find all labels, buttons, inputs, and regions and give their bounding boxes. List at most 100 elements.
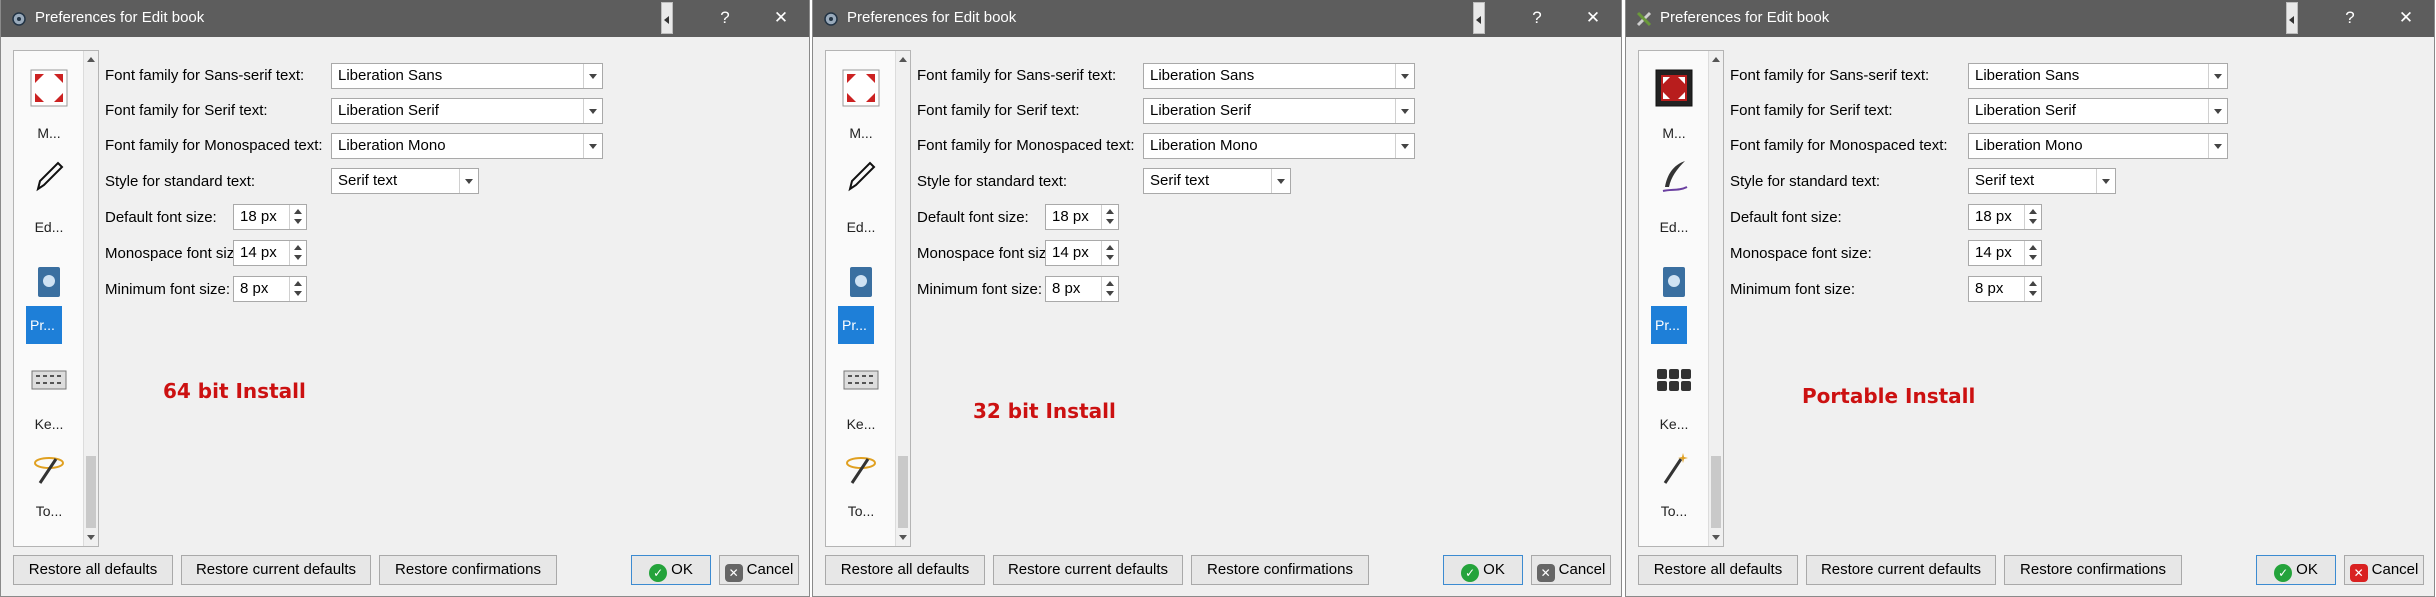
maximize-arrows-icon[interactable] <box>1655 69 1693 107</box>
cancel-button[interactable]: ✕ Cancel <box>719 555 799 585</box>
label-monospaced: Font family for Monospaced text: <box>1730 137 1948 154</box>
restore-all-defaults-button[interactable]: Restore all defaults <box>13 555 173 585</box>
sidebar-item-pr[interactable]: Pr... <box>838 306 874 344</box>
serif-font-select[interactable]: Liberation Serif <box>1143 98 1415 124</box>
keyboard-icon[interactable] <box>1655 361 1693 399</box>
sidebar-item-to[interactable]: To... <box>1639 503 1709 519</box>
sidebar-item-m[interactable]: M... <box>14 125 84 141</box>
help-button[interactable]: ? <box>713 6 737 30</box>
help-button[interactable]: ? <box>1525 6 1549 30</box>
restore-confirmations-button[interactable]: Restore confirmations <box>2004 555 2182 585</box>
minimum-size-spinbox[interactable]: 8 px <box>233 276 307 302</box>
maximize-arrows-icon[interactable] <box>842 69 880 107</box>
pencil-icon[interactable] <box>842 157 880 195</box>
sidebar-item-to[interactable]: To... <box>826 503 896 519</box>
sidebar-item-to[interactable]: To... <box>14 503 84 519</box>
label-sans-serif: Font family for Sans-serif text: <box>917 67 1117 84</box>
preferences-dialog-portable: Preferences for Edit book ? ✕ M... Ed...… <box>1625 0 2435 597</box>
restore-confirmations-button[interactable]: Restore confirmations <box>1191 555 1369 585</box>
chevron-down-icon <box>2096 169 2115 193</box>
restore-current-defaults-button[interactable]: Restore current defaults <box>1806 555 1996 585</box>
resize-handle[interactable] <box>2286 2 2298 34</box>
restore-all-defaults-button[interactable]: Restore all defaults <box>1638 555 1798 585</box>
default-size-spinbox[interactable]: 18 px <box>1045 204 1119 230</box>
restore-current-defaults-button[interactable]: Restore current defaults <box>993 555 1183 585</box>
preferences-dialog-64bit: Preferences for Edit book ? ✕ M... Ed...… <box>0 0 810 597</box>
resize-handle[interactable] <box>1473 2 1485 34</box>
ok-button[interactable]: ✓ OK <box>2256 555 2336 585</box>
sidebar-item-ed[interactable]: Ed... <box>826 219 896 235</box>
sidebar-item-ke[interactable]: Ke... <box>1639 416 1709 432</box>
ok-button[interactable]: ✓ OK <box>631 555 711 585</box>
monospace-size-spinbox[interactable]: 14 px <box>1045 240 1119 266</box>
sidebar-item-m[interactable]: M... <box>1639 125 1709 141</box>
maximize-arrows-icon[interactable] <box>30 69 68 107</box>
sidebar-item-pr[interactable]: Pr... <box>1651 306 1687 344</box>
install-type-annotation: 64 bit Install <box>163 379 306 403</box>
minimum-size-spinbox[interactable]: 8 px <box>1968 276 2042 302</box>
monospaced-font-select[interactable]: Liberation Mono <box>331 133 603 159</box>
standard-style-select[interactable]: Serif text <box>1143 168 1291 194</box>
cancel-button[interactable]: ✕ Cancel <box>1531 555 1611 585</box>
sidebar-item-ke[interactable]: Ke... <box>826 416 896 432</box>
close-button[interactable]: ✕ <box>769 6 793 30</box>
restore-confirmations-button[interactable]: Restore confirmations <box>379 555 557 585</box>
sidebar-scrollbar[interactable] <box>895 51 910 546</box>
close-button[interactable]: ✕ <box>1581 6 1605 30</box>
category-sidebar: M... Ed... Pr... Ke... To... <box>825 50 911 547</box>
restore-current-defaults-button[interactable]: Restore current defaults <box>181 555 371 585</box>
sidebar-item-ed[interactable]: Ed... <box>1639 219 1709 235</box>
app-settings-icon <box>12 12 26 26</box>
sidebar-item-ed[interactable]: Ed... <box>14 219 84 235</box>
tools-wand-icon[interactable] <box>842 449 880 487</box>
book-icon[interactable] <box>1655 263 1693 301</box>
check-icon: ✓ <box>1461 564 1480 582</box>
sans-serif-font-select[interactable]: Liberation Sans <box>1143 63 1415 89</box>
sidebar-scrollbar[interactable] <box>83 51 98 546</box>
chevron-down-icon <box>583 64 602 88</box>
pencil-icon[interactable] <box>30 157 68 195</box>
monospace-size-spinbox[interactable]: 14 px <box>233 240 307 266</box>
sidebar-item-ke[interactable]: Ke... <box>14 416 84 432</box>
check-icon: ✓ <box>649 564 668 582</box>
magic-wand-icon[interactable] <box>1655 449 1693 487</box>
sidebar-scrollbar[interactable] <box>1708 51 1723 546</box>
chevron-down-icon <box>2208 99 2227 123</box>
app-tools-icon <box>1636 11 1652 27</box>
monospaced-font-select[interactable]: Liberation Mono <box>1968 133 2228 159</box>
keyboard-icon[interactable] <box>842 361 880 399</box>
standard-style-select[interactable]: Serif text <box>1968 168 2116 194</box>
help-button[interactable]: ? <box>2338 6 2362 30</box>
window-title: Preferences for Edit book <box>847 9 1017 26</box>
title-bar: Preferences for Edit book ? ✕ <box>1626 0 2434 37</box>
quill-pen-icon[interactable] <box>1655 157 1693 195</box>
default-size-spinbox[interactable]: 18 px <box>233 204 307 230</box>
chevron-down-icon <box>1395 99 1414 123</box>
tools-wand-icon[interactable] <box>30 449 68 487</box>
sidebar-item-pr[interactable]: Pr... <box>26 306 62 344</box>
minimum-size-spinbox[interactable]: 8 px <box>1045 276 1119 302</box>
cancel-button[interactable]: ✕ Cancel <box>2344 555 2424 585</box>
restore-all-defaults-button[interactable]: Restore all defaults <box>825 555 985 585</box>
standard-style-select[interactable]: Serif text <box>331 168 479 194</box>
chevron-down-icon <box>459 169 478 193</box>
serif-font-select[interactable]: Liberation Serif <box>1968 98 2228 124</box>
app-settings-icon <box>824 12 838 26</box>
serif-font-select[interactable]: Liberation Serif <box>331 98 603 124</box>
monospace-size-spinbox[interactable]: 14 px <box>1968 240 2042 266</box>
book-icon[interactable] <box>842 263 880 301</box>
sidebar-item-m[interactable]: M... <box>826 125 896 141</box>
category-sidebar: M... Ed... Pr... Ke... To... <box>13 50 99 547</box>
ok-button[interactable]: ✓ OK <box>1443 555 1523 585</box>
close-button[interactable]: ✕ <box>2394 6 2418 30</box>
monospaced-font-select[interactable]: Liberation Mono <box>1143 133 1415 159</box>
sans-serif-font-select[interactable]: Liberation Sans <box>331 63 603 89</box>
default-size-spinbox[interactable]: 18 px <box>1968 204 2042 230</box>
label-sans-serif: Font family for Sans-serif text: <box>1730 67 1930 84</box>
book-icon[interactable] <box>30 263 68 301</box>
label-monospace-size: Monospace font size: <box>917 245 1059 262</box>
chevron-down-icon <box>2208 134 2227 158</box>
keyboard-icon[interactable] <box>30 361 68 399</box>
resize-handle[interactable] <box>661 2 673 34</box>
sans-serif-font-select[interactable]: Liberation Sans <box>1968 63 2228 89</box>
